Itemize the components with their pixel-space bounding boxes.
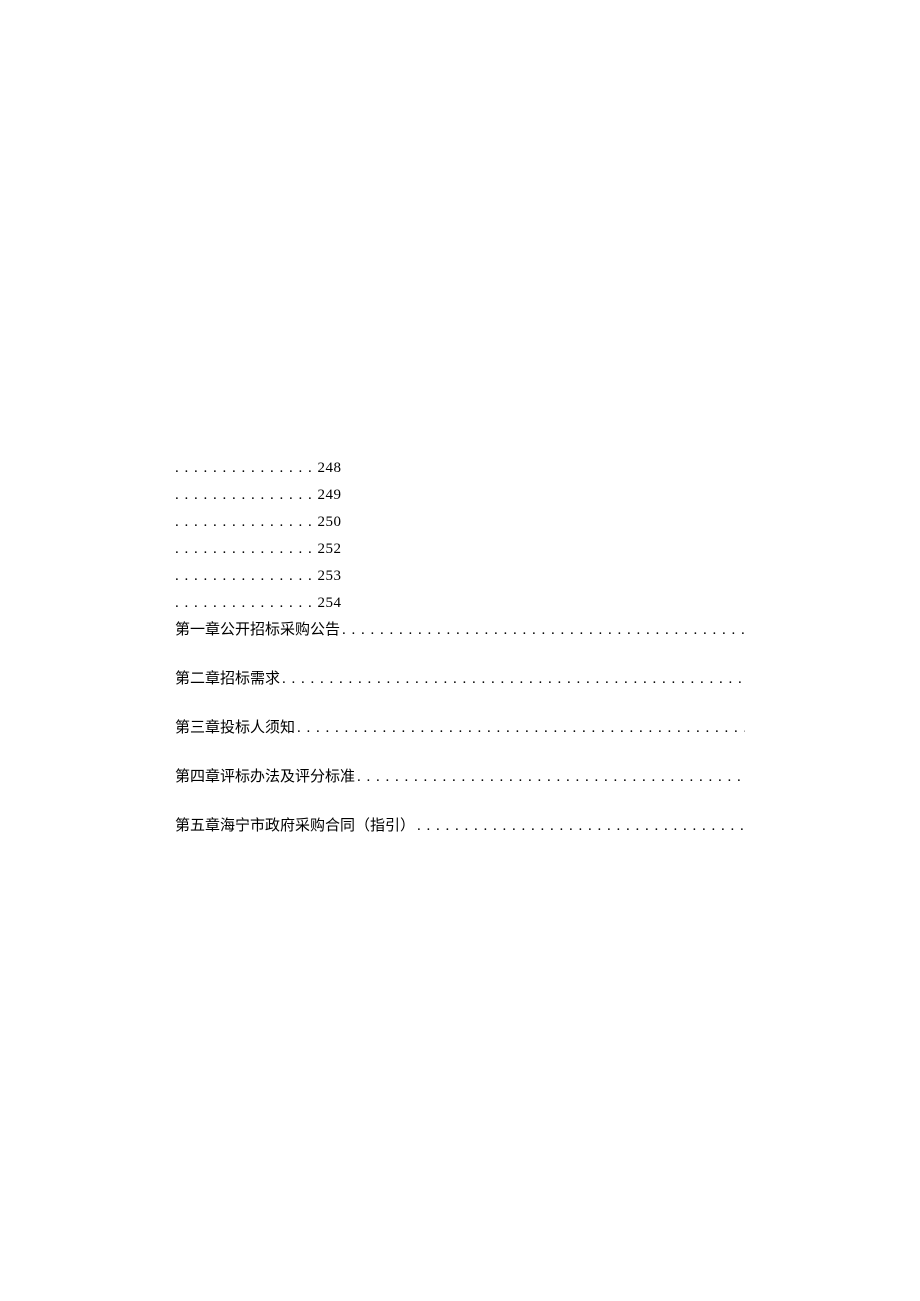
page-number: 252 bbox=[318, 541, 342, 557]
toc-leader-dots: . . . . . . . . . . . . . . . . . . . . … bbox=[282, 666, 745, 693]
page-ref-line: . . . . . . . . . . . . . . . 252 bbox=[175, 536, 745, 563]
toc-title: 第二章招标需求 bbox=[175, 666, 280, 693]
document-body: . . . . . . . . . . . . . . . 248 . . . … bbox=[175, 455, 745, 840]
toc-leader-dots: . . . . . . . . . . . . . . . . . . . . … bbox=[297, 715, 745, 742]
page-number: 254 bbox=[318, 595, 342, 611]
page-ref-line: . . . . . . . . . . . . . . . 253 bbox=[175, 563, 745, 590]
page-ref-line: . . . . . . . . . . . . . . . 249 bbox=[175, 482, 745, 509]
toc-title: 第四章评标办法及评分标准 bbox=[175, 764, 355, 791]
page-number: 250 bbox=[318, 514, 342, 530]
toc-title: 第三章投标人须知 bbox=[175, 715, 295, 742]
leader-dots: . . . . . . . . . . . . . . . bbox=[175, 460, 318, 476]
toc-entry: 第四章评标办法及评分标准 . . . . . . . . . . . . . .… bbox=[175, 764, 745, 791]
toc-leader-dots: . . . . . . . . . . . . . . . . . . . . … bbox=[357, 764, 745, 791]
page-ref-line: . . . . . . . . . . . . . . . 248 bbox=[175, 455, 745, 482]
toc-leader-dots: . . . . . . . . . . . . . . . . . . . . … bbox=[342, 617, 745, 644]
toc-title: 第五章海宁市政府采购合同（指引） bbox=[175, 813, 415, 840]
toc-entry: 第三章投标人须知 . . . . . . . . . . . . . . . .… bbox=[175, 715, 745, 742]
page-number: 248 bbox=[318, 460, 342, 476]
leader-dots: . . . . . . . . . . . . . . . bbox=[175, 595, 318, 611]
toc-leader-dots: . . . . . . . . . . . . . . . . . . . . … bbox=[417, 813, 745, 840]
page-number: 253 bbox=[318, 568, 342, 584]
leader-dots: . . . . . . . . . . . . . . . bbox=[175, 514, 318, 530]
leader-dots: . . . . . . . . . . . . . . . bbox=[175, 568, 318, 584]
toc-entry: 第一章公开招标采购公告 . . . . . . . . . . . . . . … bbox=[175, 617, 745, 644]
page-number: 249 bbox=[318, 487, 342, 503]
leader-dots: . . . . . . . . . . . . . . . bbox=[175, 487, 318, 503]
leader-dots: . . . . . . . . . . . . . . . bbox=[175, 541, 318, 557]
page-ref-line: . . . . . . . . . . . . . . . 250 bbox=[175, 509, 745, 536]
toc-entry: 第五章海宁市政府采购合同（指引） . . . . . . . . . . . .… bbox=[175, 813, 745, 840]
toc-title: 第一章公开招标采购公告 bbox=[175, 617, 340, 644]
toc-entry: 第二章招标需求 . . . . . . . . . . . . . . . . … bbox=[175, 666, 745, 693]
page-ref-line: . . . . . . . . . . . . . . . 254 bbox=[175, 590, 745, 617]
